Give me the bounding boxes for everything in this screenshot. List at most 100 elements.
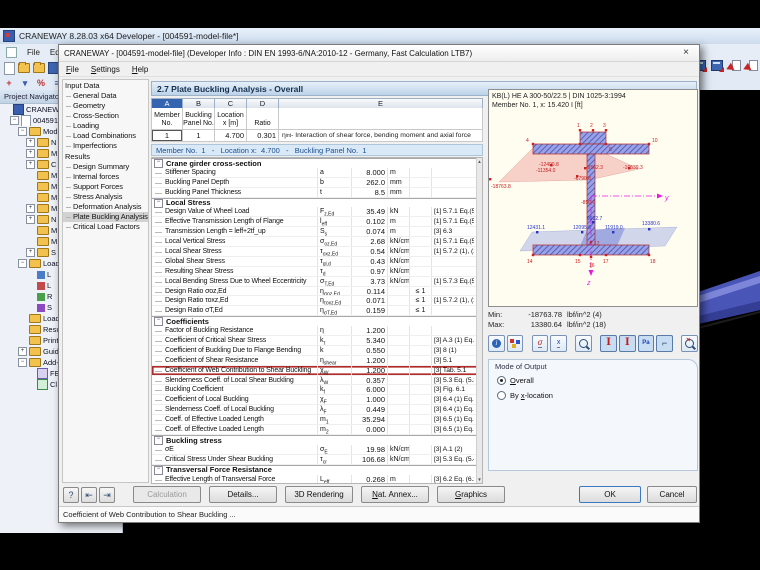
scroll-up-icon[interactable]: ▲ [477,159,482,164]
table-row[interactable]: Transmission Length = leff+2tf_upSs0.074… [152,227,482,237]
new-file-icon[interactable] [3,62,15,74]
summary-cell-panel[interactable]: 1 [183,130,215,142]
collapse-icon[interactable]: − [18,358,27,367]
summary-cell-member[interactable]: 1 [151,130,183,142]
dialog-menu-file[interactable]: File [66,65,79,74]
table-row[interactable]: Coeff. of Effective Loaded Lengthm20.000… [152,425,482,435]
tree-item-plate-buckling-analysis[interactable]: Plate Buckling Analysis [63,212,148,222]
tree-item-support-forces[interactable]: Support Forces [63,182,148,192]
tree-item-general-data[interactable]: General Data [63,91,148,101]
table-row[interactable]: Design Ratio σT,EdησT,Ed0.159≤ 1 [152,306,482,316]
table-row[interactable]: Resulting Shear Stressτd0.97kN/cm [152,267,482,277]
collapse-icon[interactable]: − [10,116,19,125]
table-row[interactable]: Design Ratio τoxz,Edητoxz,Ed0.071≤ 1[1] … [152,296,482,306]
collapse-icon[interactable]: − [154,466,163,475]
display-properties-button[interactable] [507,335,524,352]
expand-icon[interactable]: + [26,138,35,147]
summary-cell-ratio[interactable]: 0.301 [247,130,279,142]
export-report-icon[interactable] [728,60,741,72]
collapse-icon[interactable]: − [18,127,27,136]
expand-icon[interactable]: + [26,215,35,224]
table-section-row[interactable]: −Coefficients [152,316,482,326]
table-row[interactable]: Coefficient of Local BucklingχF1.000[3] … [152,395,482,405]
table-row[interactable]: Coefficient of Buckling Due to Flange Be… [152,346,482,356]
table-section-row[interactable]: −Crane girder cross-section [152,158,482,168]
table-row[interactable]: Effective Transmission Length of Flangel… [152,217,482,227]
calculation-button[interactable]: Calculation [133,486,201,503]
dropdown-icon[interactable]: ▾ [19,77,31,89]
table-row[interactable]: Coefficient of Critical Shear Stresskτ5.… [152,336,482,346]
collapse-icon[interactable]: − [154,199,163,208]
table-row[interactable]: Global Shear Stressτgl,d0.43kN/cm [152,257,482,267]
stress-points-button[interactable]: I [600,335,617,352]
summary-cell-location[interactable]: 4.700 [215,130,247,142]
table-row[interactable]: Buckling Panel Depthb262.0mm [152,178,482,188]
section-parts-button[interactable]: I [619,335,636,352]
stress-diagram-button[interactable]: σ [532,335,549,352]
restore-window-icon[interactable] [6,47,17,58]
rendering-button[interactable]: 3D Rendering [285,486,353,503]
show-values-button[interactable]: Pa [638,335,655,352]
table-row[interactable]: Stiffener Spacinga8.000m [152,168,482,178]
tree-item-load-combinations[interactable]: Load Combinations [63,131,148,141]
tree-item-design-summary[interactable]: Design Summary [63,162,148,172]
help-button[interactable]: ? [63,487,79,503]
collapse-icon[interactable]: − [154,159,163,168]
collapse-icon[interactable]: − [154,436,163,445]
next-table-button[interactable]: ⇥ [99,487,115,503]
table-row[interactable]: Coefficient of Web Contribution to Shear… [152,366,482,376]
result-diagram-button[interactable]: x [550,335,567,352]
table-row[interactable]: Buckling Panel Thicknesst8.5mm [152,188,482,198]
tree-item-loading[interactable]: Loading [63,121,148,131]
scroll-down-icon[interactable]: ▼ [477,477,482,482]
summary-cell-description[interactable]: ηint - Interaction of shear force, bendi… [279,130,483,142]
table-row[interactable]: Critical Stress Under Shear Bucklingτcr1… [152,455,482,465]
open-file-icon[interactable] [18,62,30,74]
table-row[interactable]: Coeff. of Effective Loaded Lengthm135.29… [152,415,482,425]
table-row[interactable]: Local Vertical Stressσoz,Ed2.68kN/cm[1] … [152,237,482,247]
tree-item-stress-analysis[interactable]: Stress Analysis [63,192,148,202]
table-row[interactable]: Factor of Buckling Resistanceη1.200 [152,326,482,336]
table-row[interactable]: Design Value of Wheel LoadFz,Ed35.49kN[1… [152,207,482,217]
open-project-icon[interactable] [33,62,45,74]
close-icon[interactable]: × [679,47,693,60]
table-row[interactable]: Buckling Coefficientkf6.000[3] Fig. 6.1 [152,385,482,395]
table-row[interactable]: σEσE19.98kN/cm[3] A.1 (2) [152,445,482,455]
table-section-row[interactable]: −Transversal Force Resistance [152,465,482,475]
tree-item-critical-load-factors[interactable]: Critical Load Factors [63,222,148,232]
radio-overall[interactable]: Overall [497,376,534,385]
summary-result-row[interactable]: 114.7000.301ηint - Interaction of shear … [151,130,483,142]
ok-button[interactable]: OK [579,486,641,503]
details-button[interactable]: Details... [209,486,277,503]
dimensions-button[interactable]: ⌐ [656,335,673,352]
radio-icon[interactable] [497,376,506,385]
cross-section-panel[interactable]: KB(L) HE A 300-50/22.5 | DIN 1025-3:1994… [488,89,698,307]
table-row[interactable]: Slenderness Coeff. of Local Shear Buckli… [152,376,482,386]
export-report-icon[interactable] [745,60,758,72]
app-menu-file[interactable]: File [27,48,40,57]
table-section-row[interactable]: −Local Stress [152,198,482,208]
tree-item-imperfections[interactable]: Imperfections [63,141,148,151]
table-scrollbar[interactable]: ▲ ▼ [476,158,482,483]
collapse-icon[interactable]: − [18,259,27,268]
table-row[interactable]: Local Bending Stress Due to Wheel Eccent… [152,277,482,287]
radio-by-x-location[interactable]: By x-location [497,391,553,400]
table-row[interactable]: Local Shear Stressτoxz,Ed0.54kN/cm[1] 5.… [152,247,482,257]
tree-item-deformation-analysis[interactable]: Deformation Analysis [63,202,148,212]
info-button[interactable]: i [488,335,505,352]
scale-icon[interactable]: % [35,77,47,89]
table-row[interactable]: Design Ratio σoz,Edησoz,Ed0.114≤ 1 [152,287,482,297]
expand-icon[interactable]: + [26,204,35,213]
expand-icon[interactable]: + [26,160,35,169]
dialog-menu-help[interactable]: Help [132,65,148,74]
tree-item-geometry[interactable]: Geometry [63,101,148,111]
tree-item-cross-section[interactable]: Cross-Section [63,111,148,121]
cancel-button[interactable]: Cancel [647,486,697,503]
annex-button[interactable]: Nat. Annex... [361,486,429,503]
zoom-button[interactable] [575,335,592,352]
table-row[interactable]: Slenderness Coeff. of Local BucklingλF0.… [152,405,482,415]
expand-icon[interactable]: + [26,149,35,158]
export-window-icon[interactable] [711,60,724,72]
prev-table-button[interactable]: ⇤ [81,487,97,503]
collapse-icon[interactable]: − [154,317,163,326]
